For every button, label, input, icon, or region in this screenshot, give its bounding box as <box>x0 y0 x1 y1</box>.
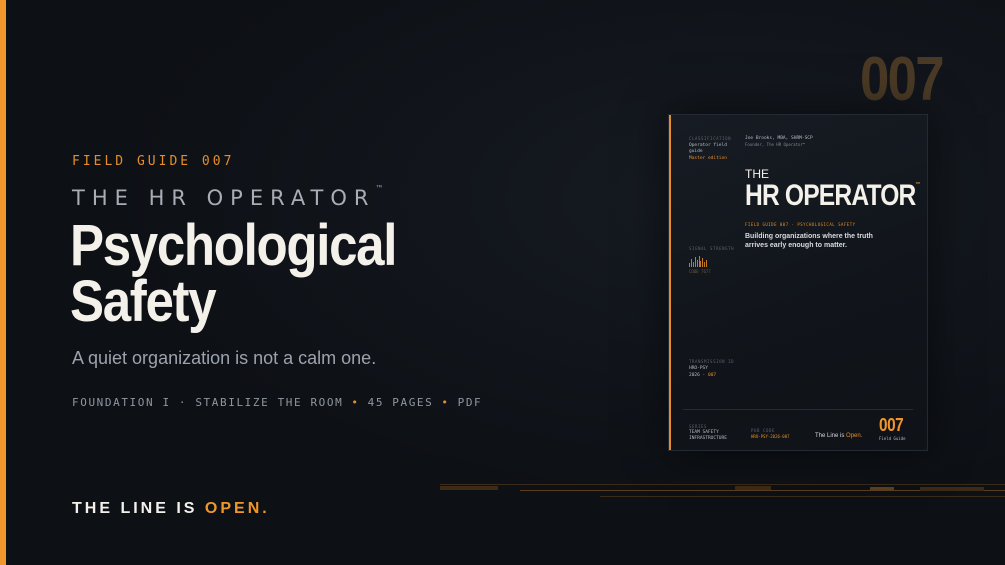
signal-bar <box>696 260 698 267</box>
signal-meter-icon <box>689 256 708 267</box>
cover-spine <box>669 115 671 450</box>
cover-classification-label: CLASSIFICATION <box>689 136 732 141</box>
cover-number-sub: Field Guide <box>879 436 906 441</box>
headline-line-1: Psychological <box>70 213 397 278</box>
meta-foundation: FOUNDATION I · STABILIZE THE ROOM <box>72 396 344 409</box>
data-strip-line <box>440 484 1005 485</box>
cover-pub-label: PUB CODE <box>751 428 776 433</box>
cover-pub-value: HRO-PSY-2026-007 <box>751 434 790 439</box>
data-strip-block <box>440 486 498 490</box>
cover-divider <box>683 409 913 410</box>
guide-number: 007 <box>860 45 945 114</box>
meta-format: PDF <box>457 396 483 409</box>
cover-classification-value: Operator field guide <box>689 143 727 154</box>
cover-trademark: ™ <box>915 182 920 188</box>
cover-number: 007 <box>879 415 904 435</box>
cover-series-value: TEAM SAFETY INFRASTRUCTURE <box>689 430 727 441</box>
tagline: A quiet organization is not a calm one. <box>72 348 377 368</box>
signal-bar <box>702 258 704 267</box>
data-strip-block <box>735 486 771 490</box>
page-title: Psychological Safety <box>70 213 397 334</box>
cover-description: Building organizations where the truth a… <box>745 233 873 249</box>
cover-line-open: Open. <box>846 433 863 439</box>
signal-bar <box>690 259 692 267</box>
signal-bar <box>689 262 690 267</box>
cover-title: HR OPERATOR™ <box>745 179 920 213</box>
footer-prefix: THE LINE IS <box>72 500 198 517</box>
cover-card: CLASSIFICATION Operator field guide Mast… <box>668 114 928 451</box>
cover-title-text: HR OPERATOR <box>745 179 916 212</box>
cover-transmission-value: HRO-PSY <box>689 366 708 371</box>
cover-series-label: SERIES <box>689 424 708 429</box>
accent-bar <box>0 0 6 565</box>
signal-bar <box>700 260 702 267</box>
eyebrow-label: FIELD GUIDE 007 <box>72 154 235 169</box>
signal-bar <box>706 259 708 267</box>
data-strip-block <box>870 487 894 491</box>
headline-line-2: Safety <box>70 269 217 334</box>
trademark-mark: ™ <box>375 184 384 193</box>
footer-slogan: THE LINE IS OPEN. <box>72 500 270 518</box>
cover-line-prefix: The Line is <box>815 433 845 439</box>
cover-signal-label: SIGNAL STRENGTH <box>689 246 735 251</box>
cover-line-slogan: The Line is Open. <box>815 433 862 439</box>
cover-signal-code: CODE 7677 <box>689 269 711 274</box>
meta-pages: 45 PAGES <box>367 396 434 409</box>
signal-bar <box>694 257 696 267</box>
data-strip-line <box>600 496 1005 497</box>
meta-dot: • <box>351 396 360 409</box>
cover-year: 2026 <box>689 373 700 378</box>
brand-text: THE HR OPERATOR <box>72 186 376 210</box>
signal-bar <box>704 262 706 267</box>
cover-transmission-label: TRANSMISSION ID <box>689 359 735 364</box>
cover-author-sub: Founder, The HR Operator™ <box>745 142 806 147</box>
signal-bar <box>698 256 700 267</box>
cover-edition: Master edition <box>689 156 727 161</box>
cover-transmission-year: 2026 · 007 <box>689 373 717 378</box>
meta-dot: • <box>441 396 450 409</box>
data-strip-block <box>920 487 984 491</box>
signal-bar <box>692 261 694 267</box>
meta-line: FOUNDATION I · STABILIZE THE ROOM • 45 PAG… <box>72 396 482 409</box>
brand-name: THE HR OPERATOR™ <box>72 184 384 210</box>
cover-field-guide-line: FIELD GUIDE 007 · PSYCHOLOGICAL SAFETY <box>745 222 856 227</box>
cover-year-suffix: 007 <box>707 373 717 378</box>
footer-open: OPEN. <box>204 500 270 517</box>
